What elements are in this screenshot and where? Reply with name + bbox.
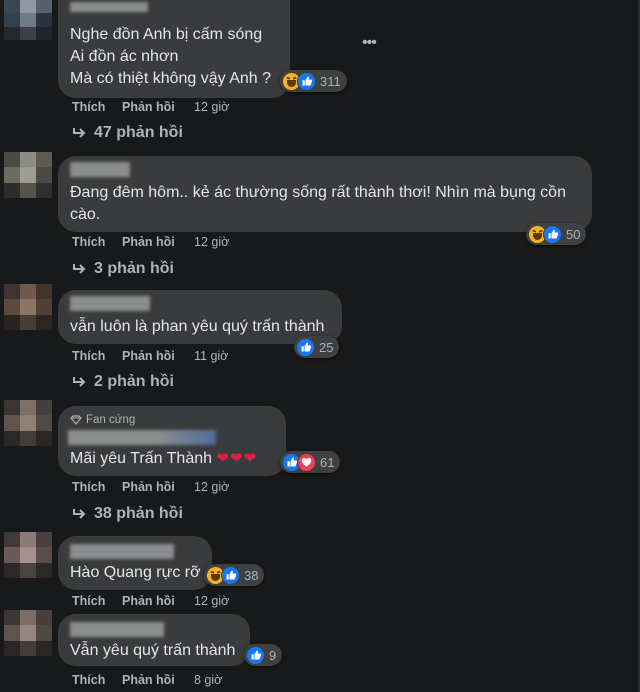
like-reaction-icon [221,565,240,585]
replies-count-label: 3 phản hồi [94,260,174,277]
reaction-summary[interactable]: 311 [280,70,347,92]
timestamp[interactable]: 8 giờ [194,673,222,687]
comment-bubble: Nghe đồn Anh bị cấm sóng Ai đồn ác nhơn … [58,0,290,98]
timestamp[interactable]: 12 giờ [194,100,229,114]
like-reaction-icon [297,71,316,91]
author-name-redacted[interactable] [70,296,150,311]
reaction-count: 38 [244,567,259,583]
view-replies-link[interactable]: 3 phản hồi [72,260,174,278]
avatar[interactable] [4,0,52,40]
avatar[interactable] [4,400,52,446]
reaction-summary[interactable]: 61 [280,451,341,473]
like-button[interactable]: Thích [72,349,122,363]
reaction-count: 61 [320,454,335,470]
view-replies-link[interactable]: 38 phản hồi [72,505,183,523]
comment-text: Mãi yêu Trấn Thành ❤❤❤ [70,448,257,470]
comment-bubble: Đang đêm hôm.. kẻ ác thường sống rất thà… [58,156,592,232]
comment-bubble: Fan cứng Mãi yêu Trấn Thành ❤❤❤ [58,406,286,476]
like-button[interactable]: Thích [72,100,122,114]
author-name-redacted[interactable] [68,430,216,445]
comment-actions: Thích Phản hồi 12 giờ [72,480,229,494]
comment-bubble: Vẫn yêu quý trấn thành [58,614,250,666]
timestamp[interactable]: 12 giờ [194,235,229,249]
reply-button[interactable]: Phản hồi [122,594,194,608]
reaction-summary[interactable]: 38 [204,564,265,586]
reply-arrow-icon [73,377,86,387]
view-replies-link[interactable]: 47 phản hồi [72,124,183,142]
like-reaction-icon [543,224,562,244]
heart-emoji-icon: ❤❤❤ [216,450,258,467]
comment-actions: Thích Phản hồi 12 giờ [72,594,229,608]
reaction-summary[interactable]: 50 [526,223,587,245]
avatar[interactable] [4,152,52,198]
replies-count-label: 2 phản hồi [94,373,174,390]
comment-actions: Thích Phản hồi 8 giờ [72,673,222,687]
comment-text: Hào Quang rực rỡ [70,564,201,581]
diamond-icon [70,415,82,425]
like-button[interactable]: Thích [72,480,122,494]
reply-button[interactable]: Phản hồi [122,349,194,363]
avatar[interactable] [4,532,52,578]
reaction-count: 311 [320,73,341,89]
comment-text: Đang đêm hôm.. kẻ ác thường sống rất thà… [70,184,566,201]
love-reaction-icon [297,452,316,472]
replies-count-label: 47 phản hồi [94,124,183,141]
comment-text-body: Mãi yêu Trấn Thành [70,450,213,467]
author-name-redacted[interactable] [70,162,130,177]
reply-button[interactable]: Phản hồi [122,235,194,249]
timestamp[interactable]: 12 giờ [194,594,229,608]
like-reaction-icon [246,645,265,665]
like-button[interactable]: Thích [72,594,122,608]
avatar[interactable] [4,610,52,656]
reply-button[interactable]: Phản hồi [122,100,194,114]
comment-text: vẫn luôn là phan yêu quý trấn thành [70,318,325,335]
reply-arrow-icon [73,509,86,519]
timestamp[interactable]: 12 giờ [194,480,229,494]
author-name-redacted[interactable] [70,544,174,559]
reaction-summary[interactable]: 9 [244,644,283,666]
reaction-count: 25 [319,339,334,355]
comment-text: Nghe đồn Anh bị cấm sóng [70,26,263,43]
comment-text: Ai đồn ác nhơn [70,48,179,65]
fan-badge[interactable]: Fan cứng [70,414,135,426]
reaction-count: 50 [566,226,581,242]
comment-actions: Thích Phản hồi 12 giờ [72,235,229,249]
comment-actions: Thích Phản hồi 11 giờ [72,349,228,363]
reply-arrow-icon [73,128,86,138]
comment-bubble: vẫn luôn là phan yêu quý trấn thành [58,290,342,344]
reply-button[interactable]: Phản hồi [122,673,194,687]
badge-label: Fan cứng [86,414,136,426]
comment-text: cào. [70,206,101,223]
reply-arrow-icon [73,264,86,274]
like-button[interactable]: Thích [72,235,122,249]
author-name-redacted[interactable] [70,2,148,12]
comment-bubble: Hào Quang rực rỡ [58,536,212,590]
replies-count-label: 38 phản hồi [94,505,183,522]
avatar[interactable] [4,284,52,330]
reaction-count: 9 [269,647,277,663]
author-name-redacted[interactable] [70,622,164,637]
more-options-icon[interactable]: ••• [362,35,380,52]
comment-text: Mà có thiệt không vậy Anh ? [70,70,272,87]
like-button[interactable]: Thích [72,673,122,687]
like-reaction-icon [296,337,315,357]
comment-text: Vẫn yêu quý trấn thành [70,642,236,659]
timestamp[interactable]: 11 giờ [194,349,228,363]
reply-button[interactable]: Phản hồi [122,480,194,494]
comment-actions: Thích Phản hồi 12 giờ [72,100,229,114]
view-replies-link[interactable]: 2 phản hồi [72,373,174,391]
reaction-summary[interactable]: 25 [294,336,340,358]
